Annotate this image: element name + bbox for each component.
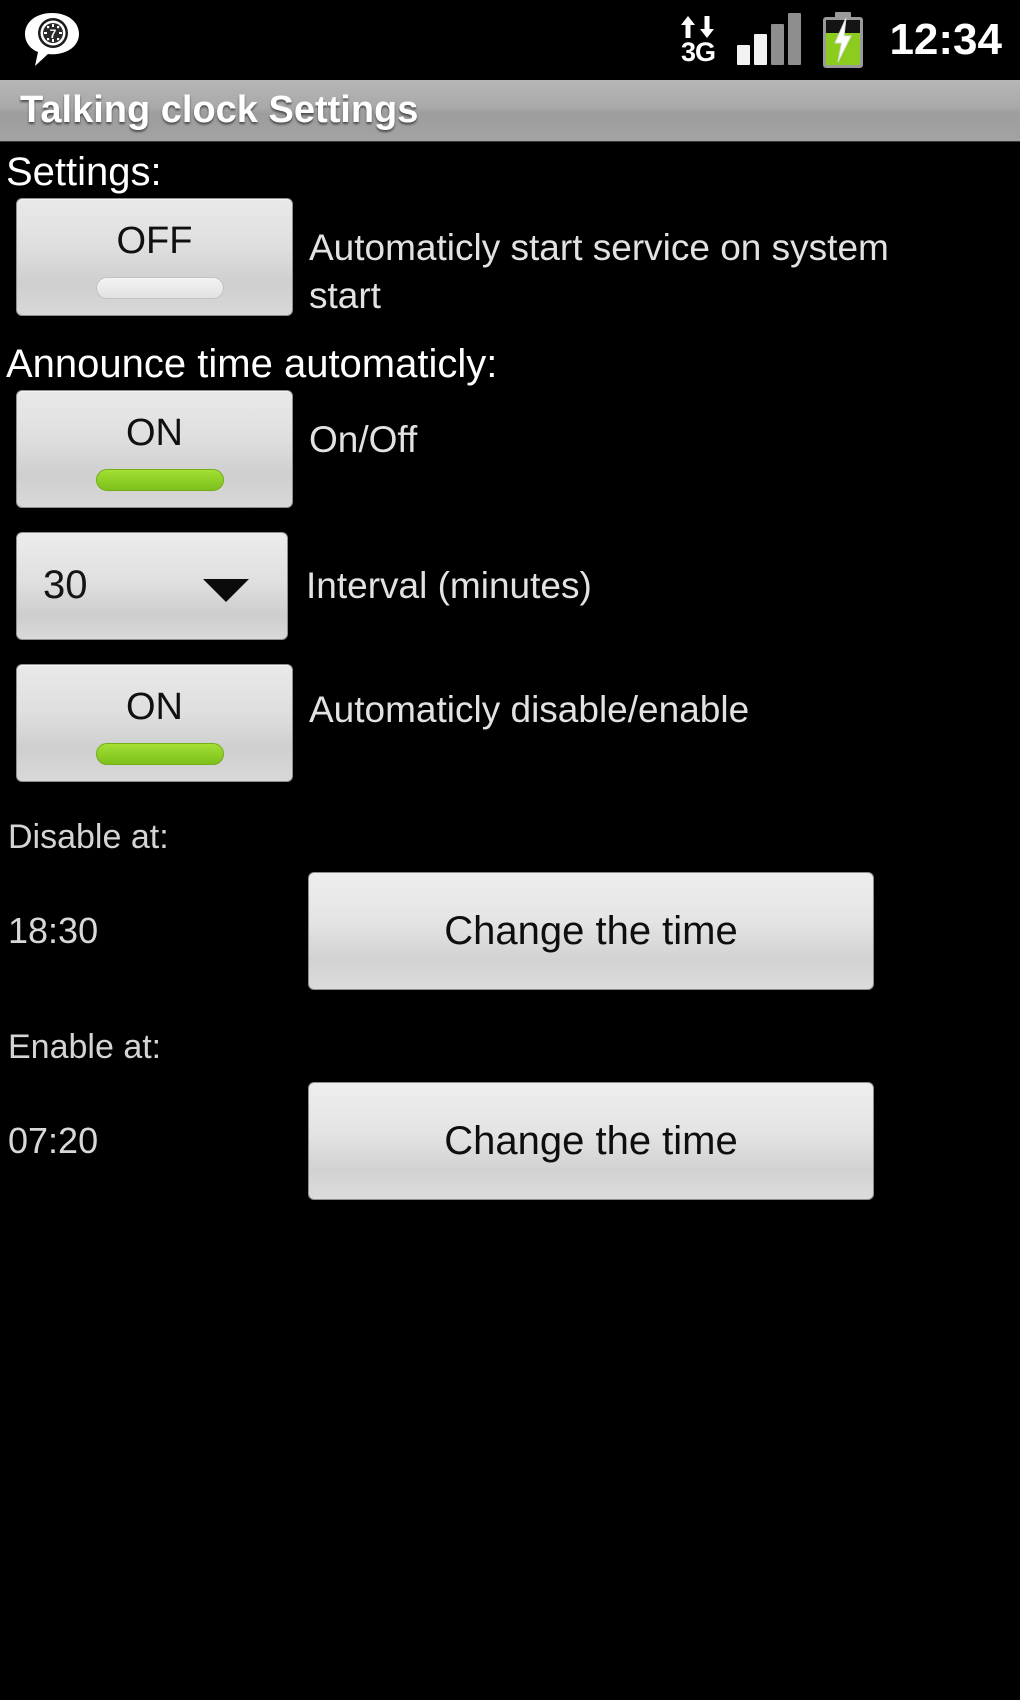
enable-at-time: 07:20 bbox=[8, 1120, 99, 1161]
status-bar: 7 3G 12:34 bbox=[0, 0, 1020, 80]
auto-disable-toggle-state: ON bbox=[126, 686, 183, 728]
signal-bars-icon bbox=[737, 13, 802, 65]
announce-onoff-toggle-indicator bbox=[96, 469, 224, 491]
talking-clock-bubble-icon: 7 bbox=[22, 11, 82, 69]
disable-at-time: 18:30 bbox=[8, 910, 99, 951]
change-disable-time-button[interactable]: Change the time bbox=[308, 872, 874, 990]
disable-at-heading: Disable at: bbox=[8, 818, 169, 856]
auto-disable-label: Automaticly disable/enable bbox=[309, 689, 750, 730]
announce-onoff-toggle-state: ON bbox=[126, 412, 183, 454]
3g-data-icon: 3G bbox=[680, 15, 716, 67]
setting-row-auto-disable: ON Automaticly disable/enable bbox=[0, 640, 1020, 782]
announce-onoff-toggle[interactable]: ON bbox=[16, 390, 293, 508]
auto-disable-toggle-indicator bbox=[96, 743, 224, 765]
battery-charging-icon bbox=[823, 12, 864, 68]
setting-row-autostart: OFF Automaticly start service on system … bbox=[0, 198, 1020, 320]
chevron-down-icon bbox=[203, 579, 249, 602]
network-type-label: 3G bbox=[680, 36, 716, 67]
autostart-label: Automaticly start service on system star… bbox=[309, 227, 889, 316]
setting-row-interval: 30 Interval (minutes) bbox=[0, 508, 1020, 640]
auto-disable-toggle[interactable]: ON bbox=[16, 664, 293, 782]
interval-value: 30 bbox=[43, 563, 88, 607]
interval-dropdown[interactable]: 30 bbox=[16, 532, 288, 640]
status-bar-icons: 3G 12:34 bbox=[680, 12, 1002, 68]
announce-onoff-label: On/Off bbox=[309, 419, 418, 460]
autostart-toggle-indicator bbox=[96, 277, 224, 299]
autostart-toggle-state: OFF bbox=[116, 220, 193, 262]
disable-at-row: 18:30 Change the time bbox=[0, 856, 1020, 990]
status-bar-clock: 12:34 bbox=[889, 15, 1002, 64]
enable-at-row: 07:20 Change the time bbox=[0, 1066, 1020, 1200]
setting-row-announce-onoff: ON On/Off bbox=[0, 390, 1020, 508]
autostart-toggle[interactable]: OFF bbox=[16, 198, 293, 316]
data-transfer-arrows-icon bbox=[680, 15, 715, 38]
settings-content: Settings: OFF Automaticly start service … bbox=[0, 142, 1020, 1200]
page-title: Talking clock Settings bbox=[20, 89, 419, 131]
enable-at-heading: Enable at: bbox=[8, 1028, 162, 1066]
section-heading-settings: Settings: bbox=[6, 150, 162, 194]
status-bar-notifications: 7 bbox=[22, 11, 82, 69]
app-title-bar: Talking clock Settings bbox=[0, 80, 1020, 142]
svg-text:7: 7 bbox=[50, 27, 57, 41]
interval-label: Interval (minutes) bbox=[306, 565, 592, 606]
section-heading-announce: Announce time automaticly: bbox=[6, 342, 498, 386]
change-enable-time-button[interactable]: Change the time bbox=[308, 1082, 874, 1200]
